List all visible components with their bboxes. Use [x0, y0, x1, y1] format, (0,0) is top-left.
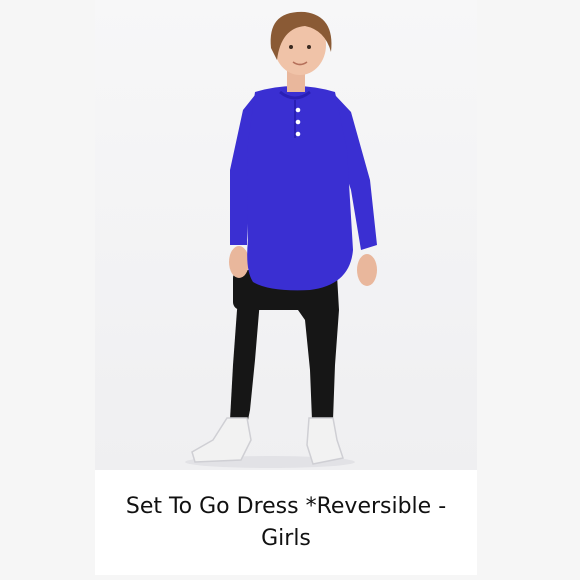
product-photo[interactable] — [95, 0, 477, 470]
product-title[interactable]: Set To Go Dress *Reversible - Girls — [95, 491, 477, 555]
listing-caption: Set To Go Dress *Reversible - Girls — [95, 470, 477, 575]
model-illustration — [95, 0, 477, 470]
dress — [247, 86, 353, 291]
